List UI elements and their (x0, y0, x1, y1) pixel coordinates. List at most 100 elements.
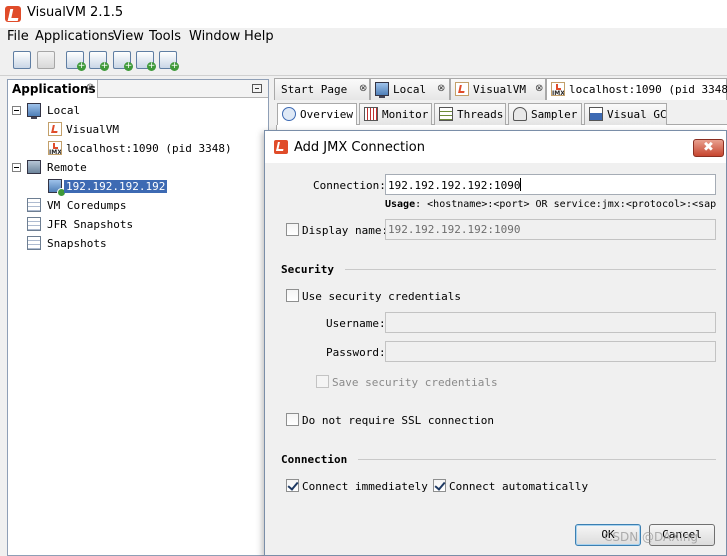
tab-threads-label: Threads (457, 108, 504, 121)
display-name-label: Display name: (302, 224, 389, 237)
tab-visual-gc[interactable]: Visual GC (584, 103, 667, 125)
password-input[interactable] (385, 341, 716, 362)
save-icon[interactable] (37, 51, 55, 69)
tab-local[interactable]: Local ⊗ (370, 78, 450, 100)
display-name-input[interactable]: 192.192.192.192:1090 (385, 219, 716, 240)
view-tabs: Overview Monitor Threads Sampler Visual … (277, 103, 727, 126)
collapse-icon[interactable] (12, 163, 21, 172)
load-snapshot-icon[interactable] (13, 51, 31, 69)
menu-help[interactable]: Help (244, 29, 274, 44)
jmx-application-icon: JMX (551, 82, 565, 96)
add-jmx-connection-dialog: Add JMX Connection ✖ Connection: 192.192… (264, 130, 727, 556)
tab-threads[interactable]: Threads (434, 103, 506, 125)
connection-label: Connection: (313, 179, 386, 192)
close-icon[interactable]: ⊗ (535, 83, 543, 94)
no-ssl-checkbox[interactable] (286, 413, 299, 426)
collapse-icon[interactable] (12, 106, 21, 115)
thread-dump-icon[interactable]: + (159, 51, 179, 71)
visualvm-icon (455, 82, 469, 96)
tree-label-jfr-snapshots: JFR Snapshots (47, 218, 134, 231)
add-jmx-connection-icon[interactable]: + (89, 51, 109, 71)
menu-bar: File Applications View Tools Window Help (0, 28, 727, 46)
display-name-checkbox[interactable] (286, 223, 299, 236)
no-ssl-label: Do not require SSL connection (302, 414, 495, 427)
computer-icon (27, 103, 41, 119)
use-security-label: Use security credentials (302, 290, 461, 303)
toolbar: + + + + + (0, 46, 727, 76)
connection-input[interactable]: 192.192.192.192:1090 (385, 174, 716, 195)
applications-panel: Applications ⊗ Local VisualVM JMX localh… (7, 79, 269, 556)
tab-localhost[interactable]: JMX localhost:1090 (pid 3348) (546, 78, 727, 100)
tree-label-snapshots: Snapshots (47, 237, 107, 250)
tree-item-local[interactable]: Local (12, 102, 262, 120)
menu-applications[interactable]: Applications (35, 29, 114, 44)
tree-label-vm-coredumps: VM Coredumps (47, 199, 127, 212)
heap-dump-icon[interactable]: + (136, 51, 156, 71)
visualvm-app-icon (5, 6, 21, 22)
save-credentials-checkbox[interactable] (316, 375, 329, 388)
save-credentials-label: Save security credentials (332, 376, 498, 389)
add-vm-coredump-icon[interactable]: + (113, 51, 133, 71)
visual-gc-icon (589, 107, 603, 121)
monitor-icon (364, 107, 378, 121)
visualvm-app-icon (274, 140, 288, 154)
menu-window[interactable]: Window (189, 29, 240, 44)
usage-hint: Usage: <hostname>:<port> OR service:jmx:… (385, 199, 717, 210)
menu-view[interactable]: View (113, 29, 144, 44)
tab-overview[interactable]: Overview (277, 103, 357, 126)
username-label: Username: (326, 317, 386, 330)
connection-section-title: Connection (281, 453, 348, 466)
tree-item-remote[interactable]: Remote (12, 159, 262, 177)
jmx-application-icon: JMX (48, 141, 62, 155)
tree-item-vm-coredumps[interactable]: VM Coredumps (12, 197, 262, 215)
tree-item-snapshots[interactable]: Snapshots (12, 235, 262, 253)
close-icon[interactable]: ⊗ (359, 83, 367, 94)
tab-visualvm[interactable]: VisualVM ⊗ (450, 78, 546, 100)
computer-icon (375, 82, 389, 98)
tree-item-localhost[interactable]: JMX localhost:1090 (pid 3348) (12, 140, 262, 158)
tree-item-visualvm[interactable]: VisualVM (12, 121, 262, 139)
password-label: Password: (326, 346, 386, 359)
tree-item-jfr-snapshots[interactable]: JFR Snapshots (12, 216, 262, 234)
username-input[interactable] (385, 312, 716, 333)
tab-visualvm-label: VisualVM (473, 83, 526, 96)
applications-panel-header: Applications ⊗ (8, 80, 268, 98)
connect-automatically-checkbox[interactable] (433, 479, 446, 492)
connection-value: 192.192.192.192:1090 (388, 179, 521, 192)
add-remote-host-icon[interactable]: + (66, 51, 86, 71)
tab-monitor[interactable]: Monitor (359, 103, 432, 125)
coredump-icon (27, 198, 41, 212)
snapshot-icon (27, 236, 41, 250)
usage-label: Usage (385, 199, 416, 210)
connect-immediately-label: Connect immediately (302, 480, 428, 493)
window-titlebar: VisualVM 2.1.5 (0, 0, 727, 28)
minimize-icon[interactable] (252, 84, 262, 93)
tree-label-local: Local (47, 104, 81, 117)
close-icon[interactable]: ⊗ (86, 82, 94, 93)
use-security-checkbox[interactable] (286, 289, 299, 302)
menu-tools[interactable]: Tools (149, 29, 181, 44)
connect-immediately-checkbox[interactable] (286, 479, 299, 492)
tab-localhost-label: localhost:1090 (pid 3348) (569, 83, 727, 96)
tree-label-remote-host: 192.192.192.192 (64, 180, 168, 193)
applications-tab[interactable]: Applications ⊗ (8, 80, 98, 98)
close-icon[interactable]: ⊗ (437, 83, 445, 94)
dialog-close-button[interactable]: ✖ (693, 139, 724, 157)
menu-file[interactable]: File (7, 29, 29, 44)
tree-label-visualvm: VisualVM (66, 123, 119, 136)
text-caret (520, 178, 522, 191)
sampler-icon (513, 107, 527, 121)
remote-host-icon (48, 179, 66, 197)
tab-local-label: Local (393, 83, 427, 96)
threads-icon (439, 107, 453, 121)
tab-sampler[interactable]: Sampler (508, 103, 582, 125)
document-tabs: Start Page ⊗ Local ⊗ VisualVM ⊗ JMX loca… (274, 78, 727, 100)
tab-start-page[interactable]: Start Page ⊗ (274, 78, 370, 100)
visualvm-icon (48, 122, 62, 136)
tree-label-localhost: localhost:1090 (pid 3348) (66, 142, 232, 155)
applications-tab-label: Applications (12, 82, 96, 96)
tab-monitor-label: Monitor (382, 108, 429, 121)
section-divider (345, 269, 716, 270)
window-title: VisualVM 2.1.5 (27, 5, 124, 20)
tree-item-remote-host[interactable]: 192.192.192.192 (12, 178, 262, 197)
